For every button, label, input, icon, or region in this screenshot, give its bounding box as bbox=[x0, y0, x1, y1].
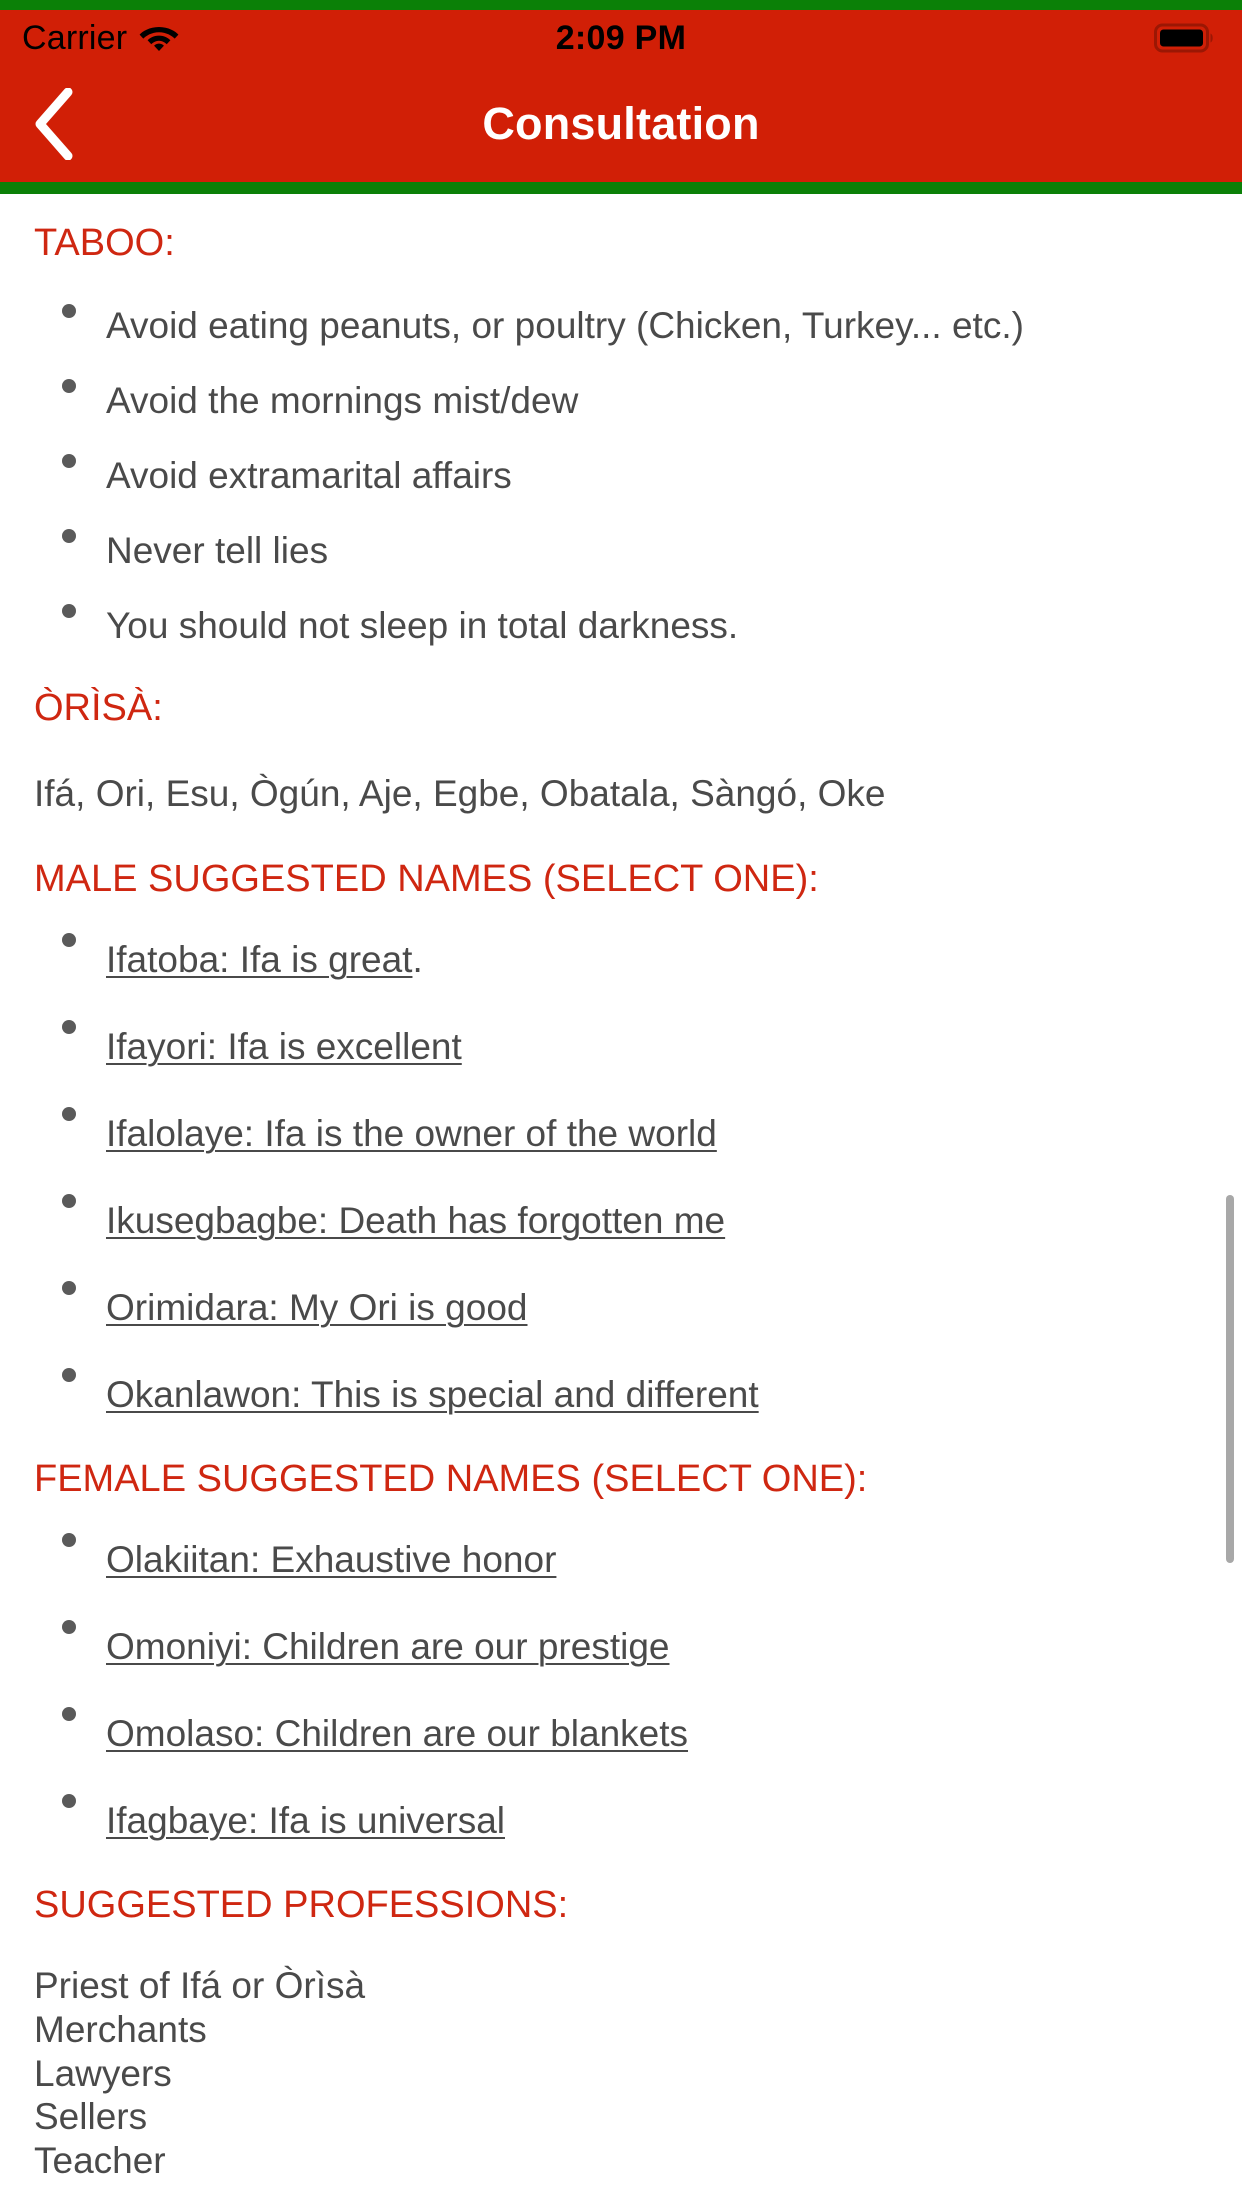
female-names-list: Olakiitan: Exhaustive honor Omoniyi: Chi… bbox=[0, 1516, 1242, 1864]
status-bar-clock: 2:09 PM bbox=[555, 18, 687, 57]
header-accent-strip bbox=[0, 182, 1242, 194]
male-name-link[interactable]: Orimidara: My Ori is good bbox=[106, 1287, 528, 1328]
list-item: Lawyers bbox=[34, 2052, 172, 2094]
taboo-heading: TABOO: bbox=[34, 222, 175, 264]
list-item[interactable]: Okanlawon: This is special and different bbox=[34, 1351, 1242, 1438]
status-bar: Carrier 2:09 PM bbox=[0, 10, 1242, 66]
list-item[interactable]: Ifalolaye: Ifa is the owner of the world bbox=[34, 1090, 1242, 1177]
list-item: Teacher bbox=[34, 2140, 166, 2182]
list-item: Avoid extramarital affairs bbox=[34, 438, 1242, 513]
list-item[interactable]: Ifayori: Ifa is excellent bbox=[34, 1003, 1242, 1090]
list-item: Sellers bbox=[34, 2096, 148, 2138]
list-item: Priest of Ifá or Òrìsà bbox=[34, 1965, 366, 2007]
trailing-punctuation: . bbox=[412, 939, 423, 981]
male-names-list: Ifatoba: Ifa is great. Ifayori: Ifa is e… bbox=[0, 916, 1242, 1438]
consultation-content: TABOO: Avoid eating peanuts, or poultry … bbox=[0, 194, 1242, 2183]
battery-full-icon bbox=[1154, 23, 1216, 53]
list-item: Never tell lies bbox=[34, 513, 1242, 588]
list-item[interactable]: Omoniyi: Children are our prestige bbox=[34, 1603, 1242, 1690]
orisa-heading: ÒRÌSÀ: bbox=[34, 687, 163, 729]
male-names-heading: MALE SUGGESTED NAMES (SELECT ONE): bbox=[34, 858, 819, 901]
status-bar-right bbox=[1154, 23, 1216, 53]
female-name-link[interactable]: Omoniyi: Children are our prestige bbox=[106, 1626, 669, 1667]
male-name-link[interactable]: Ifalolaye: Ifa is the owner of the world bbox=[106, 1113, 717, 1154]
list-item: You should not sleep in total darkness. bbox=[34, 588, 1242, 663]
page-title: Consultation bbox=[482, 98, 760, 149]
female-name-link[interactable]: Omolaso: Children are our blankets bbox=[106, 1713, 688, 1754]
list-item[interactable]: Ifatoba: Ifa is great. bbox=[34, 916, 1242, 1003]
list-item: Merchants bbox=[34, 2009, 207, 2051]
male-name-link[interactable]: Ifatoba: Ifa is great bbox=[106, 939, 412, 980]
male-name-link[interactable]: Ikusegbagbe: Death has forgotten me bbox=[106, 1200, 725, 1241]
orisa-text: Ifá, Ori, Esu, Ògún, Aje, Egbe, Obatala,… bbox=[34, 773, 886, 814]
professions-list: Priest of Ifá or Òrìsà Merchants Lawyers… bbox=[0, 1964, 1242, 2182]
taboo-list: Avoid eating peanuts, or poultry (Chicke… bbox=[0, 288, 1242, 663]
professions-heading: SUGGESTED PROFESSIONS: bbox=[34, 1884, 569, 1927]
list-item[interactable]: Olakiitan: Exhaustive honor bbox=[34, 1516, 1242, 1603]
list-item[interactable]: Ifagbaye: Ifa is universal bbox=[34, 1777, 1242, 1864]
top-accent-strip bbox=[0, 0, 1242, 10]
female-name-link[interactable]: Olakiitan: Exhaustive honor bbox=[106, 1539, 556, 1580]
navigation-bar: Consultation bbox=[0, 66, 1242, 182]
list-item[interactable]: Ikusegbagbe: Death has forgotten me bbox=[34, 1177, 1242, 1264]
list-item[interactable]: Omolaso: Children are our blankets bbox=[34, 1690, 1242, 1777]
list-item[interactable]: Orimidara: My Ori is good bbox=[34, 1264, 1242, 1351]
female-name-link[interactable]: Ifagbaye: Ifa is universal bbox=[106, 1800, 505, 1841]
male-name-link[interactable]: Okanlawon: This is special and different bbox=[106, 1374, 759, 1415]
list-item: Avoid eating peanuts, or poultry (Chicke… bbox=[34, 288, 1242, 363]
female-names-heading: FEMALE SUGGESTED NAMES (SELECT ONE): bbox=[34, 1458, 868, 1501]
list-item: Avoid the mornings mist/dew bbox=[34, 363, 1242, 438]
male-name-link[interactable]: Ifayori: Ifa is excellent bbox=[106, 1026, 462, 1067]
